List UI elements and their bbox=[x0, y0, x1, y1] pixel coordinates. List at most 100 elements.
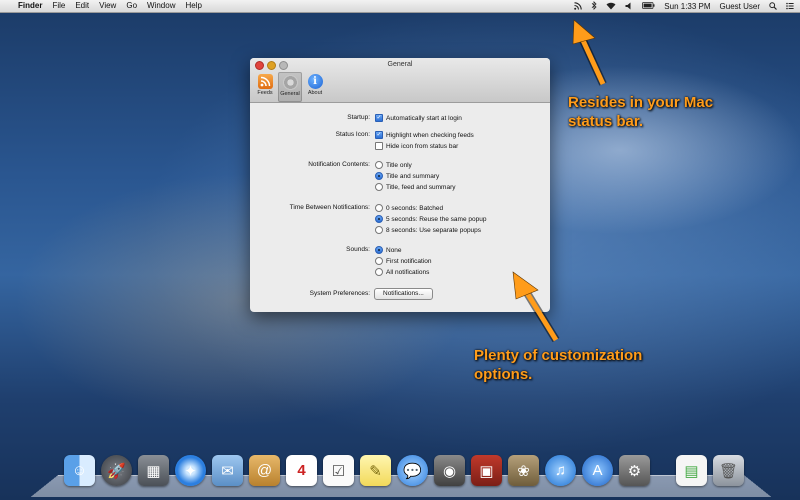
highlight-option[interactable]: ✓ Highlight when checking feeds bbox=[375, 131, 474, 139]
menu-bar: Finder File Edit View Go Window Help Sun… bbox=[0, 0, 800, 13]
time-option-1-label: 5 seconds: Reuse the same popup bbox=[386, 215, 487, 223]
highlight-option-label: Highlight when checking feeds bbox=[386, 131, 474, 139]
rss-status-icon[interactable] bbox=[574, 1, 583, 12]
contacts-icon[interactable]: @ bbox=[249, 455, 280, 486]
time-option-2-label: 8 seconds: Use separate popups bbox=[386, 226, 482, 234]
contents-option-2-label: Title, feed and summary bbox=[386, 183, 456, 191]
sounds-label: Sounds: bbox=[346, 246, 370, 253]
dock-separator bbox=[656, 455, 670, 486]
system-preferences-gear-icon[interactable]: ⚙ bbox=[619, 455, 650, 486]
tab-about-label: About bbox=[307, 90, 323, 96]
sounds-option-1-label: First notification bbox=[386, 257, 432, 265]
info-icon: i bbox=[307, 74, 323, 89]
sounds-option-0-label: None bbox=[386, 246, 402, 254]
notification-contents-label: Notification Contents: bbox=[308, 161, 370, 168]
rss-feed-icon bbox=[257, 74, 273, 89]
safari-compass-icon[interactable]: ✦ bbox=[175, 455, 206, 486]
launchpad-rocket-icon[interactable]: 🚀 bbox=[101, 455, 132, 486]
customization-callout-line2: options. bbox=[474, 366, 533, 383]
startup-label: Startup: bbox=[347, 114, 370, 121]
notes-icon[interactable]: ✎ bbox=[360, 455, 391, 486]
system-preferences-label: System Preferences: bbox=[309, 290, 370, 297]
sounds-radio-1[interactable] bbox=[375, 257, 383, 265]
sounds-option-all[interactable]: All notifications bbox=[375, 268, 429, 276]
trash-icon[interactable]: 🗑 bbox=[713, 455, 744, 486]
sounds-radio-2[interactable] bbox=[375, 268, 383, 276]
sounds-option-none[interactable]: None bbox=[375, 246, 402, 254]
sounds-option-2-label: All notifications bbox=[386, 268, 430, 276]
status-bar-callout: Resides in your Mac status bar. bbox=[568, 93, 713, 131]
contents-radio-1[interactable] bbox=[375, 172, 383, 180]
menu-finder[interactable]: Finder bbox=[18, 1, 42, 10]
preferences-window: General Feeds General i About Startup: ✓… bbox=[250, 58, 550, 312]
iphoto-icon[interactable]: ❀ bbox=[508, 455, 539, 486]
menu-edit[interactable]: Edit bbox=[75, 1, 89, 10]
tab-general[interactable]: General bbox=[278, 72, 302, 102]
customization-callout: Plenty of customization options. bbox=[474, 346, 642, 384]
contents-radio-0[interactable] bbox=[375, 161, 383, 169]
contents-option-0-label: Title only bbox=[386, 161, 412, 169]
time-radio-2[interactable] bbox=[375, 226, 383, 234]
messages-icon[interactable]: 💬 bbox=[397, 455, 428, 486]
menu-view[interactable]: View bbox=[99, 1, 116, 10]
time-option-8[interactable]: 8 seconds: Use separate popups bbox=[375, 226, 481, 234]
wifi-icon[interactable] bbox=[606, 2, 616, 12]
contents-option-title-summary[interactable]: Title and summary bbox=[375, 172, 439, 180]
mission-control-icon[interactable]: ▦ bbox=[138, 455, 169, 486]
tab-feeds-label: Feeds bbox=[257, 90, 273, 96]
finder-icon[interactable]: ☺ bbox=[64, 455, 95, 486]
photo-booth-icon[interactable]: ▣ bbox=[471, 455, 502, 486]
gear-icon bbox=[282, 75, 298, 90]
reminders-icon[interactable]: ☑ bbox=[323, 455, 354, 486]
hide-icon-option-label: Hide icon from status bar bbox=[386, 142, 459, 150]
startup-option-label: Automatically start at login bbox=[386, 114, 462, 122]
menu-window[interactable]: Window bbox=[147, 1, 175, 10]
contents-option-1-label: Title and summary bbox=[386, 172, 440, 180]
time-option-0-label: 0 seconds: Batched bbox=[386, 204, 444, 212]
customization-arrow bbox=[512, 271, 560, 343]
status-bar-callout-line2: status bar. bbox=[568, 113, 644, 130]
tab-general-label: General bbox=[280, 91, 300, 97]
facetime-icon[interactable]: ◉ bbox=[434, 455, 465, 486]
window-toolbar: General Feeds General i About bbox=[250, 58, 550, 103]
customization-callout-line1: Plenty of customization bbox=[474, 347, 643, 364]
highlight-checkbox[interactable]: ✓ bbox=[375, 131, 383, 139]
itunes-icon[interactable]: ♫ bbox=[545, 455, 576, 486]
time-radio-1[interactable] bbox=[375, 215, 383, 223]
menu-go[interactable]: Go bbox=[126, 1, 137, 10]
contents-radio-2[interactable] bbox=[375, 183, 383, 191]
startup-checkbox[interactable]: ✓ bbox=[375, 114, 383, 122]
app-store-icon[interactable]: A bbox=[582, 455, 613, 486]
menu-clock[interactable]: Sun 1:33 PM bbox=[664, 2, 710, 11]
menu-help[interactable]: Help bbox=[185, 1, 201, 10]
status-icon-label: Status Icon: bbox=[335, 131, 370, 138]
time-option-5[interactable]: 5 seconds: Reuse the same popup bbox=[375, 215, 486, 223]
spotlight-search-icon[interactable] bbox=[769, 1, 777, 12]
status-bar-arrow bbox=[572, 19, 607, 86]
notifications-button[interactable]: Notifications... bbox=[374, 288, 433, 300]
menu-user[interactable]: Guest User bbox=[720, 2, 760, 11]
hide-icon-option[interactable]: Hide icon from status bar bbox=[375, 142, 458, 150]
sounds-radio-0[interactable] bbox=[375, 246, 383, 254]
documents-stack-icon[interactable]: ▤ bbox=[676, 455, 707, 486]
time-radio-0[interactable] bbox=[375, 204, 383, 212]
volume-icon[interactable] bbox=[625, 2, 633, 12]
battery-icon[interactable] bbox=[642, 2, 655, 11]
status-bar-callout-line1: Resides in your Mac bbox=[568, 94, 714, 111]
contents-option-title-feed-summary[interactable]: Title, feed and summary bbox=[375, 183, 455, 191]
bluetooth-icon[interactable] bbox=[591, 1, 597, 12]
window-title: General bbox=[387, 61, 413, 68]
startup-option[interactable]: ✓ Automatically start at login bbox=[375, 114, 462, 122]
tab-about[interactable]: i About bbox=[304, 72, 326, 100]
time-between-label: Time Between Notifications: bbox=[289, 204, 370, 211]
menu-file[interactable]: File bbox=[52, 1, 65, 10]
calendar-icon[interactable]: 4 bbox=[286, 455, 317, 486]
contents-option-title-only[interactable]: Title only bbox=[375, 161, 412, 169]
notification-center-icon[interactable] bbox=[786, 2, 794, 12]
sounds-option-first[interactable]: First notification bbox=[375, 257, 432, 265]
tab-feeds[interactable]: Feeds bbox=[254, 72, 276, 100]
dock: ☺ 🚀 ▦ ✦ ✉ @ 4 ☑ ✎ 💬 ◉ ▣ ❀ ♫ A ⚙ ▤ 🗑 bbox=[64, 455, 744, 486]
hide-icon-checkbox[interactable] bbox=[375, 142, 383, 150]
time-option-0[interactable]: 0 seconds: Batched bbox=[375, 204, 443, 212]
mail-icon[interactable]: ✉ bbox=[212, 455, 243, 486]
